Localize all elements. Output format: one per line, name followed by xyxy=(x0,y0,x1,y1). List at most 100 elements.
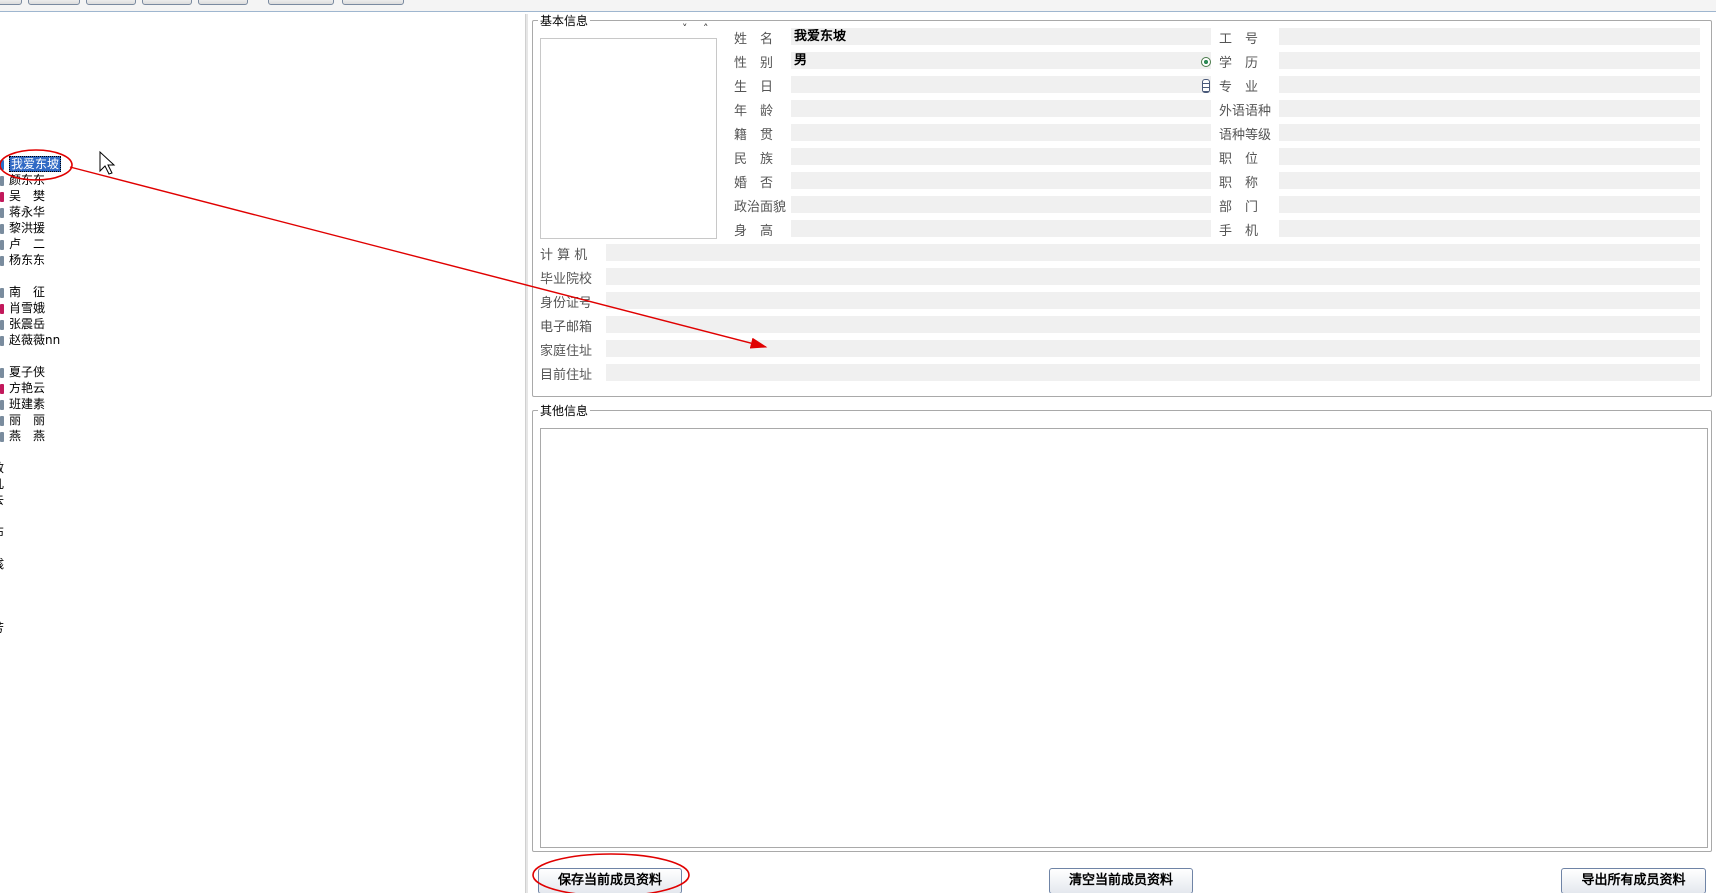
tree-item-truncated[interactable]: 敏 xyxy=(0,460,4,476)
photo-box[interactable] xyxy=(540,38,717,239)
field-label: 性 别 xyxy=(734,56,774,71)
field-label: 姓 名 xyxy=(734,32,774,47)
field-label: 语种等级 xyxy=(1219,128,1272,143)
radio-icon[interactable] xyxy=(1201,57,1211,67)
toolbar-button[interactable] xyxy=(342,0,404,5)
tree-item-label: 黎洪援 xyxy=(9,221,46,235)
tree-item[interactable]: 我爱东坡 xyxy=(0,156,62,172)
tree-item-label: 燕 燕 xyxy=(9,429,46,443)
field-input[interactable] xyxy=(606,340,1700,357)
field-label: 身份证号 xyxy=(540,296,593,311)
tree-item-truncated[interactable]: 去 xyxy=(0,492,4,508)
field-input[interactable] xyxy=(1279,100,1700,117)
field-input[interactable] xyxy=(1279,124,1700,141)
field-input[interactable] xyxy=(606,364,1700,381)
tree-item-label: 肖雪娥 xyxy=(9,301,46,315)
toolbar-button[interactable] xyxy=(268,0,334,5)
tree-item-label: 赵薇薇nn xyxy=(9,333,61,347)
tree-item-truncated[interactable]: 布 xyxy=(0,524,4,540)
tree-item[interactable]: 黎洪援 xyxy=(0,220,45,236)
field-input[interactable] xyxy=(1279,220,1700,237)
toolbar-button[interactable] xyxy=(198,0,248,5)
toolbar-button[interactable] xyxy=(0,0,22,5)
toolbar-button[interactable] xyxy=(86,0,136,5)
field-label: 专 业 xyxy=(1219,80,1259,95)
tree-item[interactable]: 吴 樊 xyxy=(0,188,45,204)
tree-item[interactable]: 卢 二 xyxy=(0,236,45,252)
field-input[interactable] xyxy=(1279,52,1700,69)
tree-item-label: 去 xyxy=(0,493,4,507)
tree-item-truncated[interactable]: 芳 xyxy=(0,620,4,636)
photo-arrows-icon[interactable]: ˅ ˄ xyxy=(682,22,715,35)
male-member-icon xyxy=(0,335,4,346)
tree-item-label: 吴 樊 xyxy=(9,189,46,203)
tree-item-truncated[interactable]: 几 xyxy=(0,476,4,492)
field-input[interactable] xyxy=(606,316,1700,333)
field-input[interactable] xyxy=(791,148,1211,165)
field-input[interactable] xyxy=(1279,196,1700,213)
female-member-icon xyxy=(0,191,4,202)
field-input[interactable] xyxy=(1279,28,1700,45)
field-input[interactable] xyxy=(791,76,1211,93)
field-label: 手 机 xyxy=(1219,224,1259,239)
tree-item[interactable]: 南 征 xyxy=(0,284,45,300)
panel-splitter[interactable] xyxy=(525,14,528,893)
toolbar-button[interactable] xyxy=(142,0,192,5)
male-member-icon xyxy=(0,207,4,218)
notes-editor[interactable] xyxy=(540,428,1708,848)
field-input[interactable] xyxy=(791,172,1211,189)
field-label: 身 高 xyxy=(734,224,774,239)
male-member-icon xyxy=(0,431,4,442)
field-input[interactable] xyxy=(1279,172,1700,189)
tree-item[interactable]: 方艳云 xyxy=(0,380,45,396)
field-input[interactable] xyxy=(791,124,1211,141)
tree-item[interactable]: 杨东东 xyxy=(0,252,45,268)
export-all-button[interactable]: 导出所有成员资料 xyxy=(1561,868,1706,893)
tree-item-label: 杨东东 xyxy=(9,253,46,267)
field-input[interactable] xyxy=(791,196,1211,213)
field-input[interactable] xyxy=(606,244,1700,261)
spinner-icon[interactable] xyxy=(1202,79,1210,93)
field-input[interactable] xyxy=(606,268,1700,285)
tree-item[interactable]: 班建素 xyxy=(0,396,45,412)
tree-item-truncated[interactable]: 彧 xyxy=(0,556,4,572)
tree-item[interactable]: 赵薇薇nn xyxy=(0,332,60,348)
field-label: 家庭住址 xyxy=(540,344,593,359)
tree-item-label: 张震岳 xyxy=(9,317,46,331)
save-member-button[interactable]: 保存当前成员资料 xyxy=(538,868,682,893)
tree-item-label: 颜东东 xyxy=(9,173,46,187)
field-input[interactable] xyxy=(791,220,1211,237)
field-input[interactable] xyxy=(1279,76,1700,93)
member-tree[interactable]: 我爱东坡 颜东东吴 樊蒋永华 黎洪援卢 二杨东东南 征肖雪娥张震岳赵薇薇nn 夏子侠方… xyxy=(0,14,524,893)
tree-item-label: 卢 二 xyxy=(9,237,46,251)
tree-item[interactable]: 颜东东 xyxy=(0,172,45,188)
tree-item[interactable]: 蒋永华 xyxy=(0,204,45,220)
tree-item[interactable]: 夏子侠 xyxy=(0,364,45,380)
tree-item[interactable]: 肖雪娥 xyxy=(0,300,45,316)
field-label: 外语语种 xyxy=(1219,104,1272,119)
tree-item-label: 布 xyxy=(0,525,4,539)
male-member-icon xyxy=(0,319,4,330)
field-input[interactable] xyxy=(791,100,1211,117)
field-label: 政治面貌 xyxy=(734,200,787,215)
field-label: 职 称 xyxy=(1219,176,1259,191)
male-member-icon xyxy=(0,255,4,266)
tree-item-label: 丽 丽 xyxy=(9,413,46,427)
tree-item[interactable]: 张震岳 xyxy=(0,316,45,332)
field-input[interactable] xyxy=(606,292,1700,309)
field-label: 目前住址 xyxy=(540,368,593,383)
tree-item[interactable]: 燕 燕 xyxy=(0,428,45,444)
toolbar-button[interactable] xyxy=(28,0,80,5)
tree-item-label: 班建素 xyxy=(9,397,46,411)
field-label: 年 龄 xyxy=(734,104,774,119)
tree-item[interactable]: 丽 丽 xyxy=(0,412,45,428)
female-member-icon xyxy=(0,383,4,394)
tree-item-label: 芳 xyxy=(0,621,4,635)
tree-item-label: 南 征 xyxy=(9,285,46,299)
field-input[interactable]: 男 xyxy=(791,52,1211,69)
male-member-icon xyxy=(0,287,4,298)
field-input[interactable]: 我爱东坡 xyxy=(791,28,1211,45)
clear-member-button[interactable]: 清空当前成员资料 xyxy=(1049,868,1193,893)
field-input[interactable] xyxy=(1279,148,1700,165)
tree-item-label: 敏 xyxy=(0,461,4,475)
